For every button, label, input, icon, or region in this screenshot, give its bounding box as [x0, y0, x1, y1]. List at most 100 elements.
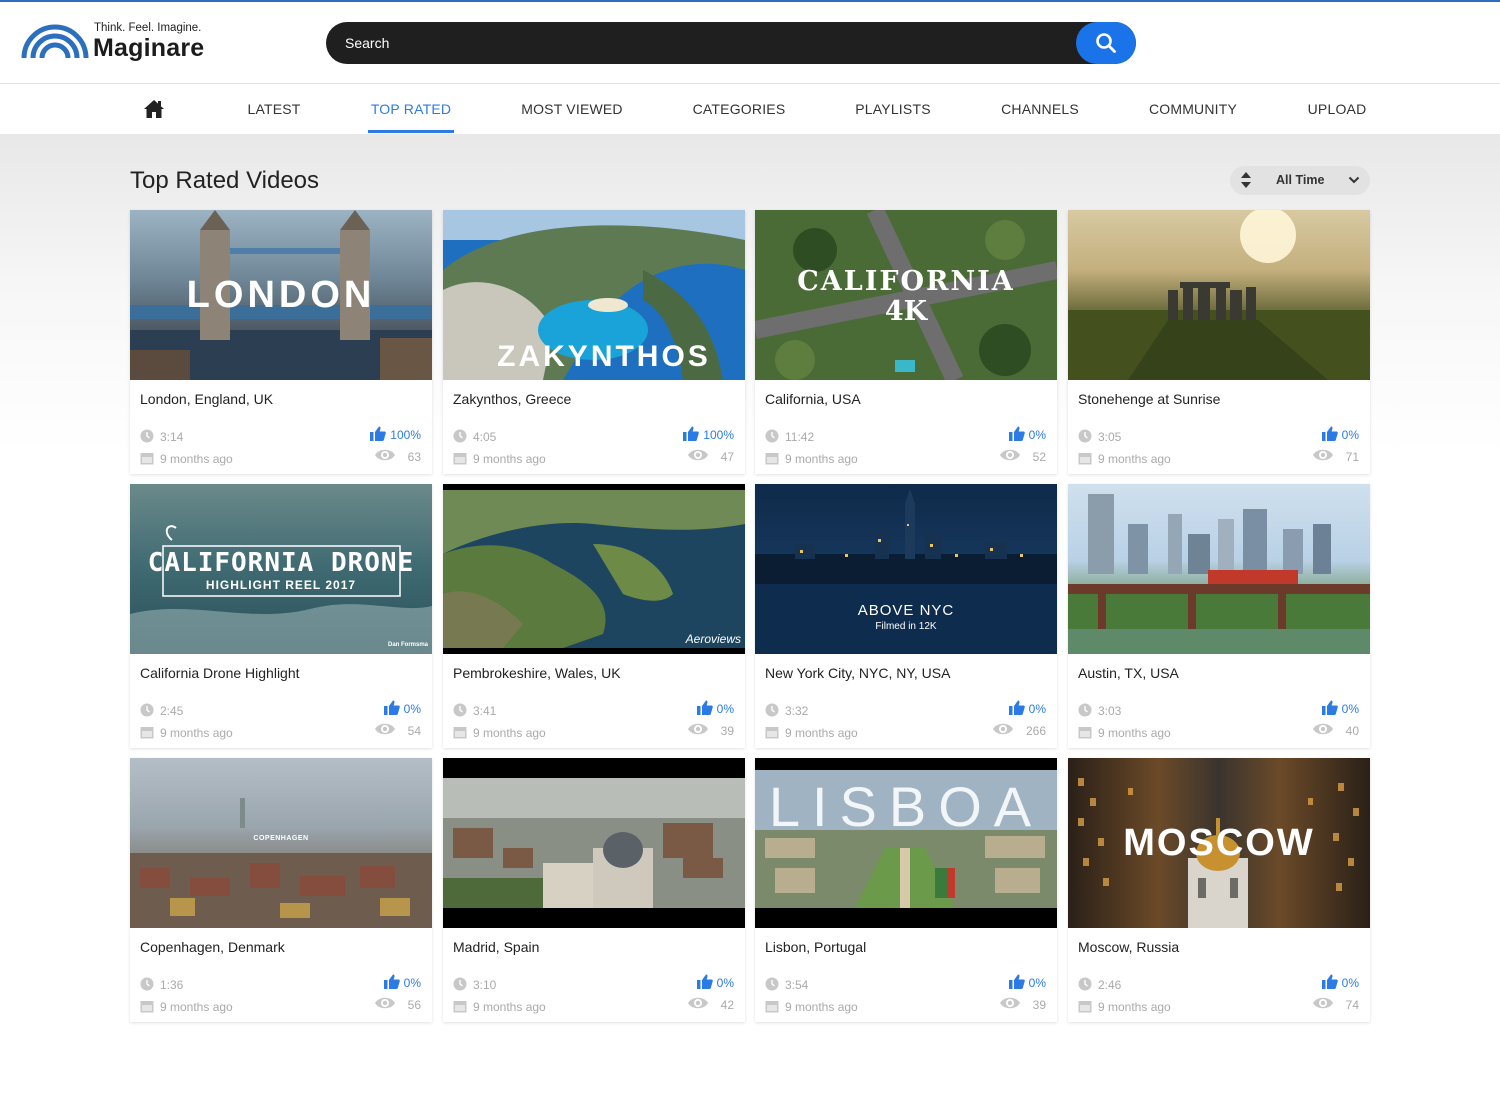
video-rating: 100% [370, 426, 421, 442]
views-count: 42 [720, 998, 734, 1012]
video-thumbnail[interactable]: CALIFORNIA DRONE HIGHLIGHT REEL 2017 Dan… [130, 484, 432, 654]
video-views: 40 [1312, 723, 1359, 738]
video-card[interactable]: MOSCOW Moscow, Russia 2:46 9 months ago … [1068, 758, 1370, 1022]
nav-community[interactable]: COMMUNITY [1142, 84, 1244, 134]
nav-top-rated[interactable]: TOP RATED [364, 84, 458, 134]
video-thumbnail[interactable] [1068, 484, 1370, 654]
video-thumbnail[interactable]: LISBOA [755, 758, 1057, 928]
video-thumbnail[interactable]: LONDON [130, 210, 432, 380]
thumbnail-overlay-text: MOSCOW [1123, 822, 1315, 864]
video-rating: 0% [1321, 700, 1359, 716]
rating-value: 0% [403, 976, 421, 990]
video-thumbnail[interactable]: ZAKYNTHOS [443, 210, 745, 380]
video-card[interactable]: Austin, TX, USA 3:03 9 months ago 0% 40 [1068, 484, 1370, 748]
eye-icon [374, 449, 395, 461]
video-card[interactable]: LISBOA Lisbon, Portugal 3:54 9 months ag… [755, 758, 1057, 1022]
thumbnail-overlay-text: ZAKYNTHOS [497, 340, 711, 373]
video-views: 63 [374, 449, 421, 464]
video-title[interactable]: Stonehenge at Sunrise [1078, 391, 1220, 407]
video-card[interactable]: LONDON London, England, UK 3:14 9 months… [130, 210, 432, 474]
video-rating: 100% [683, 426, 734, 442]
video-duration: 3:32 [785, 704, 809, 718]
video-thumbnail[interactable]: COPENHAGEN [130, 758, 432, 928]
austin-thumbnail-art [1068, 494, 1370, 654]
calendar-icon [1078, 1001, 1092, 1013]
search-button[interactable] [1076, 22, 1136, 64]
video-card[interactable]: COPENHAGEN Copenhagen, Denmark 1:36 9 mo… [130, 758, 432, 1022]
video-thumbnail[interactable]: CALIFORNIA 4K [755, 210, 1057, 380]
video-age: 9 months ago [1098, 452, 1171, 466]
clock-icon [765, 703, 779, 717]
sort-icon [1241, 172, 1251, 188]
thumbnail-overlay-text: LONDON [186, 274, 376, 316]
active-tab-indicator [368, 130, 454, 133]
rating-value: 0% [1028, 702, 1046, 716]
video-title[interactable]: Copenhagen, Denmark [140, 939, 285, 955]
nav-home[interactable] [143, 98, 165, 125]
video-card[interactable]: ZAKYNTHOS Zakynthos, Greece 4:05 9 month… [443, 210, 745, 474]
home-icon [144, 100, 164, 118]
video-card[interactable]: ABOVE NYC Filmed in 12K New York City, N… [755, 484, 1057, 748]
thumbnail-overlay-subtext: Filmed in 12K [875, 621, 937, 632]
video-title[interactable]: California, USA [765, 391, 861, 407]
video-title[interactable]: Madrid, Spain [453, 939, 539, 955]
nav-most-viewed[interactable]: MOST VIEWED [514, 84, 630, 134]
video-title[interactable]: Zakynthos, Greece [453, 391, 571, 407]
calendar-icon [140, 727, 154, 739]
video-duration: 2:45 [160, 704, 184, 718]
thumbnail-credit: Dan Formsma [387, 642, 428, 648]
video-duration: 4:05 [473, 430, 497, 444]
video-thumbnail[interactable]: ABOVE NYC Filmed in 12K [755, 484, 1057, 654]
video-views: 47 [687, 449, 734, 464]
thumbnail-overlay-subtext: 4K [884, 296, 928, 327]
video-rating: 0% [696, 700, 734, 716]
logo-tagline: Think. Feel. Imagine. [94, 22, 202, 34]
video-card[interactable]: Stonehenge at Sunrise 3:05 9 months ago … [1068, 210, 1370, 474]
calendar-icon [1078, 453, 1092, 465]
video-title[interactable]: Pembrokeshire, Wales, UK [453, 665, 621, 681]
clock-icon [1078, 977, 1092, 991]
nav-upload[interactable]: UPLOAD [1300, 84, 1374, 134]
rating-value: 0% [1341, 976, 1359, 990]
site-logo[interactable]: Think. Feel. Imagine. Maginare [20, 20, 220, 68]
search-bar [326, 22, 1136, 64]
video-title[interactable]: London, England, UK [140, 391, 273, 407]
nav-channels[interactable]: CHANNELS [995, 84, 1085, 134]
video-title[interactable]: California Drone Highlight [140, 665, 300, 681]
calendar-icon [140, 453, 154, 465]
rating-value: 100% [390, 428, 421, 442]
eye-icon [374, 997, 395, 1009]
video-rating: 0% [1321, 426, 1359, 442]
nav-playlists[interactable]: PLAYLISTS [848, 84, 938, 134]
thumbnail-watermark: Aeroviews [685, 632, 741, 646]
video-views: 74 [1312, 997, 1359, 1012]
video-age: 9 months ago [1098, 1000, 1171, 1014]
sort-dropdown[interactable]: All Time [1230, 166, 1370, 195]
search-input[interactable] [326, 22, 1076, 64]
views-count: 54 [407, 724, 421, 738]
video-rating: 0% [1008, 974, 1046, 990]
video-card[interactable]: CALIFORNIA 4K California, USA 11:42 9 mo… [755, 210, 1057, 474]
video-title[interactable]: Austin, TX, USA [1078, 665, 1179, 681]
thumbnail-overlay-text: ABOVE NYC [857, 602, 955, 619]
video-card[interactable]: CALIFORNIA DRONE HIGHLIGHT REEL 2017 Dan… [130, 484, 432, 748]
video-card[interactable]: Aeroviews Pembrokeshire, Wales, UK 3:41 … [443, 484, 745, 748]
video-age: 9 months ago [785, 1000, 858, 1014]
nav-latest[interactable]: LATEST [238, 84, 310, 134]
calendar-icon [765, 1001, 779, 1013]
video-thumbnail[interactable]: Aeroviews [443, 484, 745, 654]
eye-icon [1312, 449, 1333, 461]
site-header: Think. Feel. Imagine. Maginare [0, 2, 1500, 84]
video-title[interactable]: Moscow, Russia [1078, 939, 1179, 955]
copenhagen-thumbnail-art [130, 798, 432, 928]
clock-icon [765, 429, 779, 443]
video-thumbnail[interactable] [1068, 210, 1370, 380]
video-age: 9 months ago [473, 452, 546, 466]
video-card[interactable]: Madrid, Spain 3:10 9 months ago 0% 42 [443, 758, 745, 1022]
nav-categories[interactable]: CATEGORIES [686, 84, 792, 134]
video-age: 9 months ago [785, 726, 858, 740]
video-title[interactable]: Lisbon, Portugal [765, 939, 866, 955]
video-thumbnail[interactable]: MOSCOW [1068, 758, 1370, 928]
video-title[interactable]: New York City, NYC, NY, USA [765, 665, 950, 681]
video-thumbnail[interactable] [443, 758, 745, 928]
